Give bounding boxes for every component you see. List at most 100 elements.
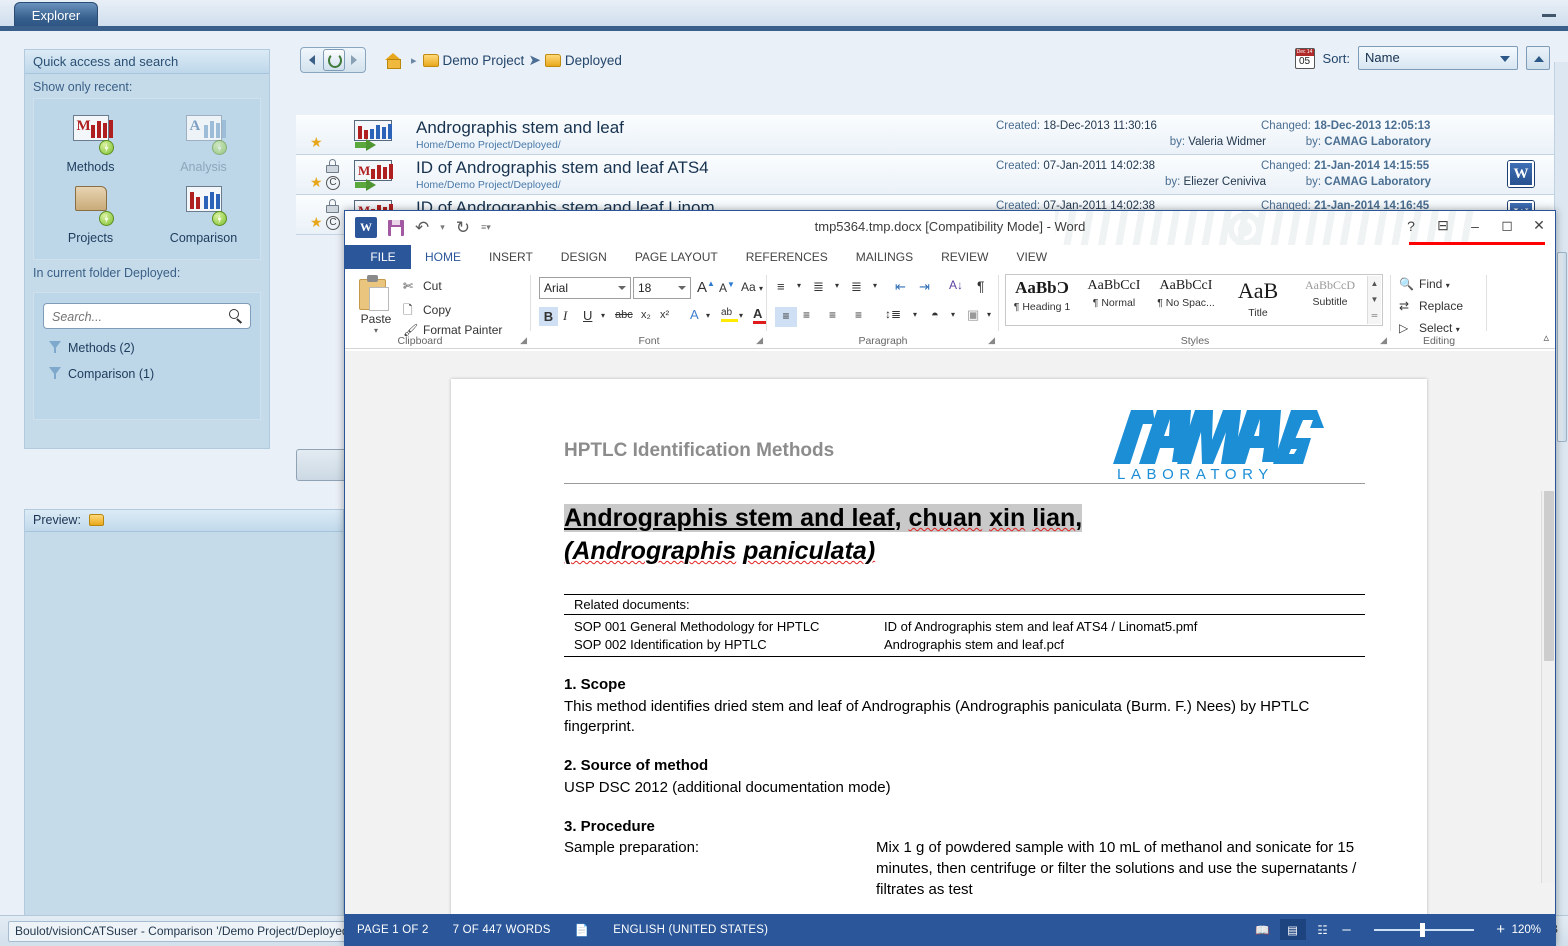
page-indicator[interactable]: PAGE 1 OF 2	[345, 924, 441, 936]
sort-dropdown[interactable]: Name	[1358, 46, 1518, 70]
font-size-input[interactable]: 18	[633, 277, 691, 299]
find-button[interactable]: 🔍 Find ▾	[1399, 277, 1450, 291]
quick-item-comparison[interactable]: Comparison	[147, 178, 260, 249]
document-page[interactable]: HPTLC Identification Methods LABORATORY …	[451, 379, 1427, 914]
bullets-button[interactable]: ≡	[777, 279, 785, 294]
word-document-icon[interactable]: W	[1508, 161, 1534, 187]
zoom-slider-handle[interactable]	[1419, 922, 1425, 937]
chevron-down-icon[interactable]	[678, 286, 686, 290]
italic-button[interactable]: I	[563, 308, 567, 324]
print-layout-icon[interactable]: ▤	[1279, 919, 1306, 940]
style-heading-1[interactable]: AaBbƆ ¶ Heading 1	[1006, 275, 1078, 325]
tab-review[interactable]: REVIEW	[927, 245, 1002, 269]
borders-button[interactable]: ▣	[967, 307, 979, 323]
clipboard-dialog-launcher[interactable]: ◢	[520, 335, 527, 346]
grow-font-button[interactable]: A▲	[697, 279, 715, 296]
font-dialog-launcher[interactable]: ◢	[756, 335, 763, 346]
copy-button[interactable]: 🗋 Copy	[403, 301, 451, 322]
align-center-button[interactable]: ≡	[803, 308, 810, 322]
document-scrollbar[interactable]	[1541, 491, 1555, 883]
scrollbar-thumb[interactable]	[1557, 252, 1567, 442]
zoom-out-button[interactable]: –	[1340, 921, 1354, 938]
styles-dialog-launcher[interactable]: ◢	[1380, 335, 1387, 346]
chevron-down-icon[interactable]: ▾	[797, 281, 801, 290]
favorite-star-icon[interactable]: ★	[310, 135, 324, 150]
help-button[interactable]: ?	[1403, 218, 1419, 234]
change-case-button[interactable]: Aa ▾	[741, 280, 763, 294]
breadcrumb-item-demo-project[interactable]: Demo Project	[422, 53, 524, 68]
search-icon[interactable]	[229, 309, 243, 324]
favorite-star-icon[interactable]: ★	[310, 175, 324, 190]
window-minimize-button[interactable]	[1542, 8, 1558, 18]
tab-design[interactable]: DESIGN	[547, 245, 621, 269]
text-highlight-icon[interactable]: ab	[721, 307, 738, 322]
styles-more-icon[interactable]: ═	[1368, 308, 1381, 324]
scroll-down-icon[interactable]: ▼	[1368, 292, 1381, 308]
tab-mailings[interactable]: MAILINGS	[842, 245, 927, 269]
chevron-down-icon[interactable]: ▾	[951, 310, 955, 319]
ribbon-display-options-button[interactable]: ⊟	[1435, 217, 1451, 234]
select-button[interactable]: ▷ Select ▾	[1399, 321, 1460, 335]
zoom-in-button[interactable]: +	[1494, 921, 1508, 938]
favorite-star-icon[interactable]: ★	[310, 215, 324, 230]
scrollbar-thumb[interactable]	[1544, 491, 1554, 661]
subscript-button[interactable]: x₂	[641, 309, 651, 321]
chevron-down-icon[interactable]: ▾	[706, 311, 710, 320]
show-formatting-marks-button[interactable]: ¶	[977, 278, 985, 294]
chevron-down-icon[interactable]: ▾	[353, 326, 399, 335]
restore-button[interactable]: ◻	[1499, 217, 1515, 234]
font-name-input[interactable]: Arial	[539, 277, 631, 299]
style-subtitle[interactable]: AaBbCcD Subtitle	[1294, 275, 1366, 325]
sort-button[interactable]: A↓	[949, 278, 963, 292]
scroll-up-icon[interactable]: ▲	[1368, 276, 1381, 292]
chevron-down-icon[interactable]: ▾	[601, 311, 605, 320]
proofing-icon[interactable]: 📄	[563, 923, 602, 937]
text-effects-icon[interactable]: A	[690, 307, 699, 322]
tab-explorer[interactable]: Explorer	[14, 2, 98, 28]
chevron-down-icon[interactable]: ▾	[835, 281, 839, 290]
minimize-button[interactable]: –	[1467, 218, 1483, 234]
read-mode-icon[interactable]: 📖	[1250, 919, 1276, 940]
filter-methods[interactable]: Methods (2)	[43, 341, 251, 355]
align-right-button[interactable]: ≡	[829, 308, 836, 322]
web-layout-icon[interactable]: ☷	[1310, 919, 1336, 940]
zoom-level[interactable]: 120%	[1512, 924, 1549, 936]
multilevel-list-button[interactable]: ≣	[851, 279, 862, 295]
numbering-button[interactable]: ≣	[813, 279, 824, 295]
refresh-button[interactable]	[323, 49, 345, 71]
style-no-spacing[interactable]: AaBbCcI ¶ No Spac...	[1150, 275, 1222, 325]
quick-item-projects[interactable]: Projects	[34, 178, 147, 249]
shading-button[interactable]: ◓	[931, 307, 939, 322]
collapse-ribbon-button[interactable]: ▵	[1543, 331, 1549, 344]
line-spacing-button[interactable]: ↕≣	[885, 307, 901, 321]
justify-button[interactable]: ≡	[855, 308, 862, 322]
quick-item-analysis[interactable]: A Analysis	[147, 107, 260, 178]
decrease-indent-button[interactable]: ⇤	[895, 279, 906, 295]
tab-view[interactable]: VIEW	[1002, 245, 1061, 269]
style-normal[interactable]: AaBbCcI ¶ Normal	[1078, 275, 1150, 325]
close-button[interactable]: ✕	[1531, 217, 1547, 234]
strikethrough-button[interactable]: abc	[615, 309, 633, 321]
chevron-down-icon[interactable]: ▾	[873, 281, 877, 290]
home-icon[interactable]	[384, 52, 402, 69]
filter-comparison[interactable]: Comparison (1)	[43, 367, 251, 381]
zoom-slider[interactable]	[1364, 914, 1484, 945]
chevron-down-icon[interactable]	[618, 286, 626, 290]
word-count[interactable]: 7 OF 447 WORDS	[441, 924, 563, 936]
tab-references[interactable]: REFERENCES	[732, 245, 842, 269]
align-left-button[interactable]: ≡	[775, 307, 797, 327]
sort-direction-button[interactable]	[1526, 46, 1550, 70]
paragraph-dialog-launcher[interactable]: ◢	[988, 335, 995, 346]
underline-button[interactable]: U	[583, 308, 592, 323]
back-button[interactable]	[303, 49, 323, 71]
table-row[interactable]: ★ C M	[296, 155, 1554, 195]
paste-button[interactable]: Paste ▾	[353, 275, 399, 335]
tab-page-layout[interactable]: PAGE LAYOUT	[621, 245, 732, 269]
tab-insert[interactable]: INSERT	[475, 245, 547, 269]
chevron-right-icon[interactable]: ➤	[528, 51, 541, 69]
chevron-down-icon[interactable]: ▾	[739, 311, 743, 320]
replace-button[interactable]: ⇄ Replace	[1399, 299, 1463, 313]
cut-button[interactable]: ✄ Cut	[403, 279, 442, 293]
font-color-icon[interactable]: A	[753, 306, 766, 324]
language-indicator[interactable]: ENGLISH (UNITED STATES)	[601, 924, 780, 936]
